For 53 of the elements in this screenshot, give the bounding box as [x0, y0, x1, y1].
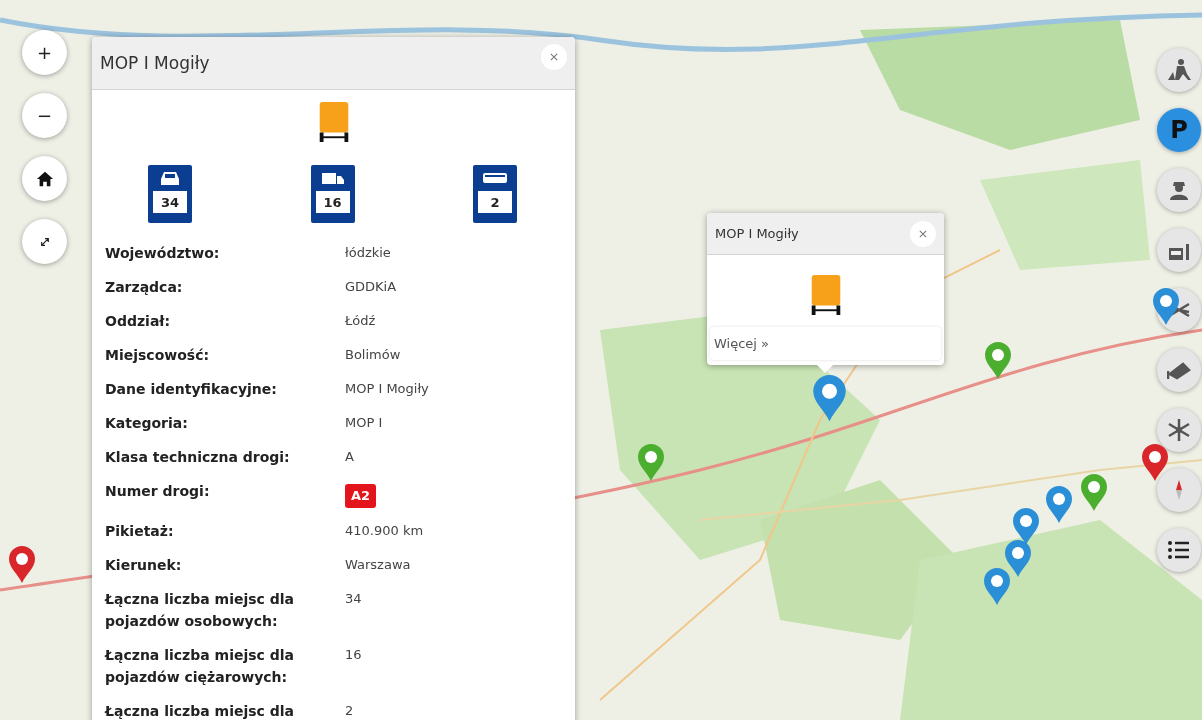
map-pin-icon[interactable]: [1004, 540, 1032, 578]
field-value: Bolimów: [345, 346, 401, 364]
map-pin-icon[interactable]: [637, 444, 665, 482]
field-value: 410.900 km: [345, 522, 424, 540]
field-label: Zarządca:: [105, 278, 184, 297]
snowflake-icon: [1167, 418, 1191, 442]
space-count: 34: [153, 191, 187, 213]
field-value: A: [345, 448, 354, 466]
field-label: Kierunek:: [105, 556, 183, 575]
field-label: Oddział:: [105, 312, 172, 331]
field-value: 34: [345, 590, 362, 608]
field-label: Miejscowość:: [105, 346, 211, 365]
map-pin-icon[interactable]: [812, 375, 847, 423]
field-value: MOP I: [345, 414, 383, 432]
worker-icon: [1167, 58, 1191, 82]
field-label: Dane identyfikacyjne:: [105, 380, 278, 399]
panel-title: MOP I Mogiły: [100, 53, 210, 73]
trailer-icon: [810, 275, 841, 315]
field-value: Warszawa: [345, 556, 411, 574]
field-label: Klasa techniczna drogi:: [105, 448, 291, 467]
map-pin-icon[interactable]: [1152, 288, 1180, 326]
map-pin-icon[interactable]: [1012, 508, 1040, 546]
compass-icon: [1175, 479, 1183, 501]
field-value: łódzkie: [345, 244, 391, 262]
home-icon: [35, 169, 54, 188]
map-pin-icon[interactable]: [8, 546, 36, 584]
field-label: Łączna liczba miejsc dla pojazdów osobowych:: [105, 590, 295, 631]
map-pin-icon[interactable]: [1080, 474, 1108, 512]
close-icon: [919, 229, 927, 238]
field-value: 16: [345, 646, 362, 664]
space-count: 2: [478, 191, 512, 213]
space-count: 16: [315, 191, 350, 213]
field-value: Łódź: [345, 312, 376, 330]
field-label: Pikietaż:: [105, 522, 175, 541]
road-number-badge: A2: [345, 484, 377, 508]
map-pin-icon[interactable]: [984, 342, 1012, 380]
map-pin-icon[interactable]: [983, 568, 1011, 606]
field-label: Łączna liczba miejsc dla: [105, 702, 295, 720]
field-value: MOP I Mogiły: [345, 380, 429, 398]
close-icon: [550, 53, 558, 61]
field-label: Numer drogi:: [105, 482, 211, 501]
list-icon: [1167, 538, 1191, 562]
expand-icon: [39, 236, 50, 247]
popup-title: MOP I Mogiły: [715, 226, 799, 241]
more-link[interactable]: Więcej »: [710, 327, 941, 360]
field-label: Województwo:: [105, 244, 221, 263]
field-value: 2: [345, 702, 354, 720]
map-pin-icon[interactable]: [1141, 444, 1169, 482]
field-label: Kategoria:: [105, 414, 189, 433]
trailer-icon: [318, 102, 349, 142]
field-label: Łączna liczba miejsc dla pojazdów ciężarowych:: [105, 646, 295, 687]
field-value: GDDKiA: [345, 278, 397, 296]
map-pin-icon[interactable]: [1045, 486, 1073, 524]
